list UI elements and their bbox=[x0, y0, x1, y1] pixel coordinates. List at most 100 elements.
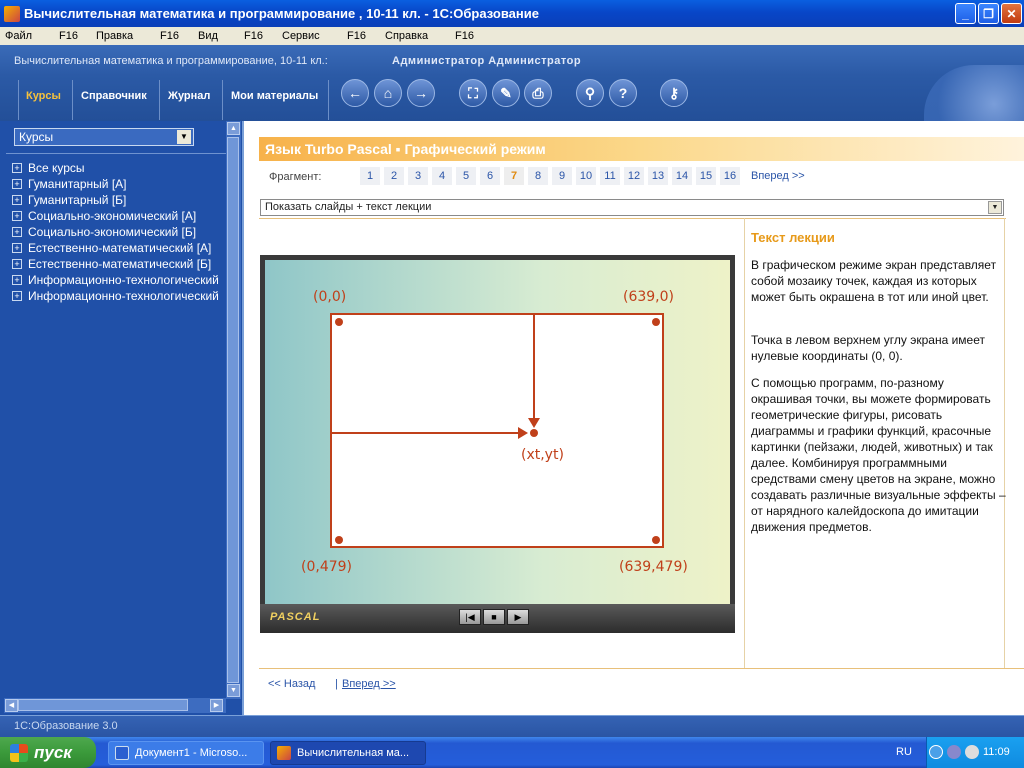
expand-icon[interactable]: + bbox=[12, 211, 22, 221]
windows-logo-icon bbox=[10, 743, 28, 762]
fragment-button[interactable]: 8 bbox=[528, 167, 548, 185]
fragment-button[interactable]: 15 bbox=[696, 167, 716, 185]
course-name: Вычислительная математика и программиров… bbox=[14, 55, 328, 67]
expand-icon[interactable]: + bbox=[12, 243, 22, 253]
back-link[interactable]: << Назад bbox=[268, 678, 315, 690]
menu-view[interactable]: Вид bbox=[198, 30, 218, 42]
expand-icon[interactable]: + bbox=[12, 163, 22, 173]
fragment-button[interactable]: 14 bbox=[672, 167, 692, 185]
tree-item-label: Естественно-математический [А] bbox=[28, 241, 212, 255]
tree-item-hum-a[interactable]: + Гуманитарный [А] bbox=[12, 177, 126, 191]
fragment-button[interactable]: 3 bbox=[408, 167, 428, 185]
fragment-button[interactable]: 7 bbox=[504, 167, 524, 185]
taskbar-item-word[interactable]: Документ1 - Microso... bbox=[108, 741, 264, 765]
expand-icon[interactable]: + bbox=[12, 275, 22, 285]
language-indicator[interactable]: RU bbox=[896, 746, 912, 758]
close-button[interactable]: ✕ bbox=[1001, 3, 1022, 24]
tray-arrow-icon[interactable] bbox=[929, 745, 943, 759]
bookmark-icon[interactable]: ✎ bbox=[492, 79, 520, 107]
slide-viewer: (0,0) (639,0) (0,479) (639,479) (xt,yt) … bbox=[260, 255, 735, 633]
minimize-button[interactable]: _ bbox=[955, 3, 976, 24]
forward-arrow-icon[interactable]: → bbox=[407, 79, 435, 107]
menu-help[interactable]: Справка bbox=[385, 30, 428, 42]
fragment-button[interactable]: 11 bbox=[600, 167, 620, 185]
menu-f16-5[interactable]: F16 bbox=[455, 30, 474, 42]
scroll-thumb[interactable] bbox=[227, 137, 239, 683]
network-icon[interactable] bbox=[947, 745, 961, 759]
tree-item-nat-b[interactable]: + Естественно-математический [Б] bbox=[12, 257, 211, 271]
start-button[interactable]: пуск bbox=[0, 737, 96, 768]
fragment-button[interactable]: 1 bbox=[360, 167, 380, 185]
menu-f16-2[interactable]: F16 bbox=[160, 30, 179, 42]
fragment-button[interactable]: 4 bbox=[432, 167, 452, 185]
play-icon[interactable]: ▶ bbox=[507, 609, 529, 625]
expand-icon[interactable]: + bbox=[12, 259, 22, 269]
menu-f16-1[interactable]: F16 bbox=[59, 30, 78, 42]
home-icon[interactable]: ⌂ bbox=[374, 79, 402, 107]
tree-item-it-a[interactable]: + Информационно-технологический bbox=[12, 273, 219, 287]
fullscreen-icon[interactable]: ⛶ bbox=[459, 79, 487, 107]
scroll-right-icon[interactable]: ▶ bbox=[210, 699, 223, 712]
fragment-button[interactable]: 5 bbox=[456, 167, 476, 185]
fragment-button[interactable]: 9 bbox=[552, 167, 572, 185]
stop-icon[interactable]: ■ bbox=[483, 609, 505, 625]
menu-edit[interactable]: Правка bbox=[96, 30, 133, 42]
task-label: Документ1 - Microso... bbox=[135, 747, 248, 759]
tree-item-soc-b[interactable]: + Социально-экономический [Б] bbox=[12, 225, 196, 239]
fragment-next-link[interactable]: Вперед >> bbox=[751, 170, 805, 182]
status-bar: 1С:Образование 3.0 bbox=[0, 715, 1024, 737]
menu-file[interactable]: Файл bbox=[5, 30, 32, 42]
chevron-down-icon[interactable]: ▼ bbox=[988, 201, 1002, 214]
menu-f16-4[interactable]: F16 bbox=[347, 30, 366, 42]
fragment-label: Фрагмент: bbox=[269, 171, 322, 183]
sidebar-vertical-scrollbar[interactable]: ▲ ▼ bbox=[226, 121, 241, 699]
courses-dropdown[interactable]: Курсы ▼ bbox=[14, 128, 194, 146]
taskbar-item-app[interactable]: Вычислительная ма... bbox=[270, 741, 426, 765]
search-icon[interactable]: ⚲ bbox=[576, 79, 604, 107]
fragment-button[interactable]: 2 bbox=[384, 167, 404, 185]
corner-label-bl: (0,479) bbox=[301, 559, 352, 575]
taskbar: пуск Документ1 - Microso... Вычислительн… bbox=[0, 737, 1024, 768]
scroll-thumb[interactable] bbox=[18, 699, 188, 711]
sidebar-horizontal-scrollbar[interactable]: ◀ ▶ bbox=[4, 698, 226, 713]
volume-icon[interactable] bbox=[965, 745, 979, 759]
menu-bar: Файл F16 Правка F16 Вид F16 Сервис F16 С… bbox=[0, 27, 1024, 45]
tab-reference[interactable]: Справочник bbox=[81, 90, 147, 102]
back-arrow-icon[interactable]: ← bbox=[341, 79, 369, 107]
tab-my-materials[interactable]: Мои материалы bbox=[231, 90, 318, 102]
tab-courses[interactable]: Курсы bbox=[26, 90, 61, 102]
help-icon[interactable]: ? bbox=[609, 79, 637, 107]
main-content: Язык Turbo Pascal ▪ Графический режим Фр… bbox=[246, 121, 1024, 715]
rewind-icon[interactable]: |◀ bbox=[459, 609, 481, 625]
restore-button[interactable]: ❐ bbox=[978, 3, 999, 24]
expand-icon[interactable]: + bbox=[12, 227, 22, 237]
fragment-button[interactable]: 10 bbox=[576, 167, 596, 185]
fragment-button[interactable]: 13 bbox=[648, 167, 668, 185]
expand-icon[interactable]: + bbox=[12, 179, 22, 189]
view-mode-select[interactable]: Показать слайды + текст лекции ▼ bbox=[260, 199, 1004, 216]
menu-f16-3[interactable]: F16 bbox=[244, 30, 263, 42]
tree-item-all[interactable]: + Все курсы bbox=[12, 161, 85, 175]
chevron-down-icon[interactable]: ▼ bbox=[177, 130, 191, 144]
forward-link[interactable]: Вперед >> bbox=[342, 678, 396, 690]
sidebar: Курсы ▼ + Все курсы + Гуманитарный [А] + Гу… bbox=[0, 121, 244, 715]
scroll-left-icon[interactable]: ◀ bbox=[5, 699, 18, 712]
expand-icon[interactable]: + bbox=[12, 291, 22, 301]
scroll-up-icon[interactable]: ▲ bbox=[227, 122, 240, 135]
task-label: Вычислительная ма... bbox=[297, 747, 410, 759]
print-icon[interactable]: ⎙ bbox=[524, 79, 552, 107]
scroll-down-icon[interactable]: ▼ bbox=[227, 684, 240, 697]
key-icon[interactable]: ⚷ bbox=[660, 79, 688, 107]
tree-item-nat-a[interactable]: + Естественно-математический [А] bbox=[12, 241, 211, 255]
fragment-button[interactable]: 6 bbox=[480, 167, 500, 185]
menu-service[interactable]: Сервис bbox=[282, 30, 320, 42]
fragment-button[interactable]: 12 bbox=[624, 167, 644, 185]
corner-label-br: (639,479) bbox=[619, 559, 688, 575]
tab-journal[interactable]: Журнал bbox=[168, 90, 210, 102]
corner-point-tr bbox=[652, 318, 660, 326]
expand-icon[interactable]: + bbox=[12, 195, 22, 205]
tree-item-soc-a[interactable]: + Социально-экономический [А] bbox=[12, 209, 196, 223]
fragment-button[interactable]: 16 bbox=[720, 167, 740, 185]
tree-item-it-b[interactable]: + Информационно-технологический bbox=[12, 289, 219, 303]
tree-item-hum-b[interactable]: + Гуманитарный [Б] bbox=[12, 193, 126, 207]
